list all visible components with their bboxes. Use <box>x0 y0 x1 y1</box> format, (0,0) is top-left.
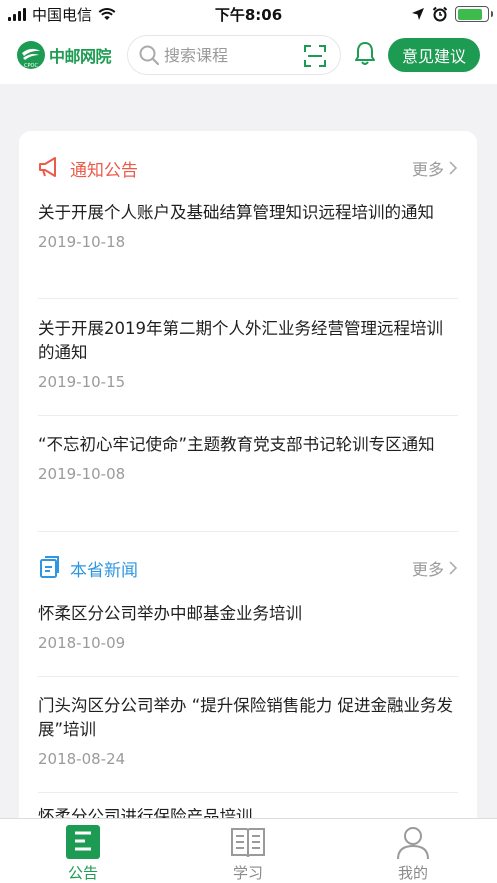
book-icon <box>231 828 265 858</box>
logo-mark-text: CPOC <box>24 63 38 69</box>
tab-profile[interactable]: 我的 <box>353 819 473 883</box>
clipboard-icon <box>40 556 59 578</box>
tab-study[interactable]: 学习 <box>188 819 308 883</box>
news-date: 2018-08-24 <box>38 750 126 768</box>
notice-more-link[interactable]: 更多 <box>412 156 458 180</box>
news-item[interactable]: 怀柔区分公司举办中邮基金业务培训 2018-10-09 <box>38 602 458 652</box>
top-header: CPOC 中邮网院 意见建议 <box>0 28 497 84</box>
carrier-name: 中国电信 <box>32 5 93 24</box>
logo-text: 中邮网院 <box>49 47 112 66</box>
news-section-header: 本省新闻 更多 <box>38 552 458 582</box>
news-item[interactable]: 门头沟区分公司举办 “提升保险销售能力 促进金融业务发展”培训 2018-08-… <box>38 694 458 768</box>
status-bar: 中国电信 下午8:06 <box>0 0 497 28</box>
notice-item[interactable]: “不忘初心牢记使命”主题教育党支部书记轮训专区通知 2019-10-08 <box>38 433 458 483</box>
feedback-button[interactable]: 意见建议 <box>388 38 480 72</box>
search-input[interactable] <box>164 45 284 65</box>
notice-date: 2019-10-15 <box>38 373 126 391</box>
news-date: 2018-10-09 <box>38 634 126 652</box>
notice-date: 2019-10-08 <box>38 465 126 483</box>
chevron-right-icon <box>449 561 458 575</box>
app-logo: CPOC 中邮网院 <box>16 40 112 70</box>
tab-label: 学习 <box>232 864 263 882</box>
notice-title: “不忘初心牢记使命”主题教育党支部书记轮训专区通知 <box>38 435 435 454</box>
more-label: 更多 <box>411 560 444 579</box>
divider <box>38 792 458 793</box>
search-bar[interactable] <box>127 35 341 75</box>
more-label: 更多 <box>411 160 444 179</box>
alarm-icon <box>432 6 448 22</box>
battery-icon <box>455 6 493 22</box>
divider <box>38 298 458 299</box>
divider <box>38 676 458 677</box>
news-title: 门头沟区分公司举办 “提升保险销售能力 促进金融业务发展”培训 <box>38 696 454 739</box>
chevron-right-icon <box>449 161 458 175</box>
notice-title: 关于开展个人账户及基础结算管理知识远程培训的通知 <box>38 203 434 222</box>
notice-section-header: 通知公告 更多 <box>38 152 458 182</box>
notice-item[interactable]: 关于开展个人账户及基础结算管理知识远程培训的通知 2019-10-18 <box>38 201 458 251</box>
tab-label: 公告 <box>67 864 98 882</box>
cellular-signal-icon <box>8 7 26 21</box>
notice-item[interactable]: 关于开展2019年第二期个人外汇业务经营管理远程培训的通知 2019-10-15 <box>38 317 458 391</box>
logo-mark-icon: CPOC <box>17 41 45 69</box>
user-icon <box>397 827 429 860</box>
notice-date: 2019-10-18 <box>38 233 126 251</box>
tab-label: 我的 <box>397 864 428 882</box>
notice-icon <box>66 825 100 859</box>
content-card: 通知公告 更多 关于开展个人账户及基础结算管理知识远程培训的通知 2019-10… <box>19 131 477 831</box>
tab-notice[interactable]: 公告 <box>23 819 143 883</box>
divider <box>38 531 458 532</box>
notice-title: 关于开展2019年第二期个人外汇业务经营管理远程培训的通知 <box>38 319 443 362</box>
notice-section-title: 通知公告 <box>70 161 138 181</box>
bottom-tab-bar: 公告 学习 我的 <box>0 818 497 883</box>
search-icon <box>139 45 160 66</box>
wifi-icon <box>98 8 116 20</box>
news-more-link[interactable]: 更多 <box>412 556 458 580</box>
location-arrow-icon <box>412 8 424 20</box>
news-section-title: 本省新闻 <box>70 561 138 581</box>
divider <box>38 415 458 416</box>
scan-icon[interactable] <box>304 45 326 67</box>
bell-icon[interactable] <box>354 41 376 67</box>
megaphone-icon <box>39 157 56 177</box>
news-title: 怀柔区分公司举办中邮基金业务培训 <box>38 604 302 623</box>
